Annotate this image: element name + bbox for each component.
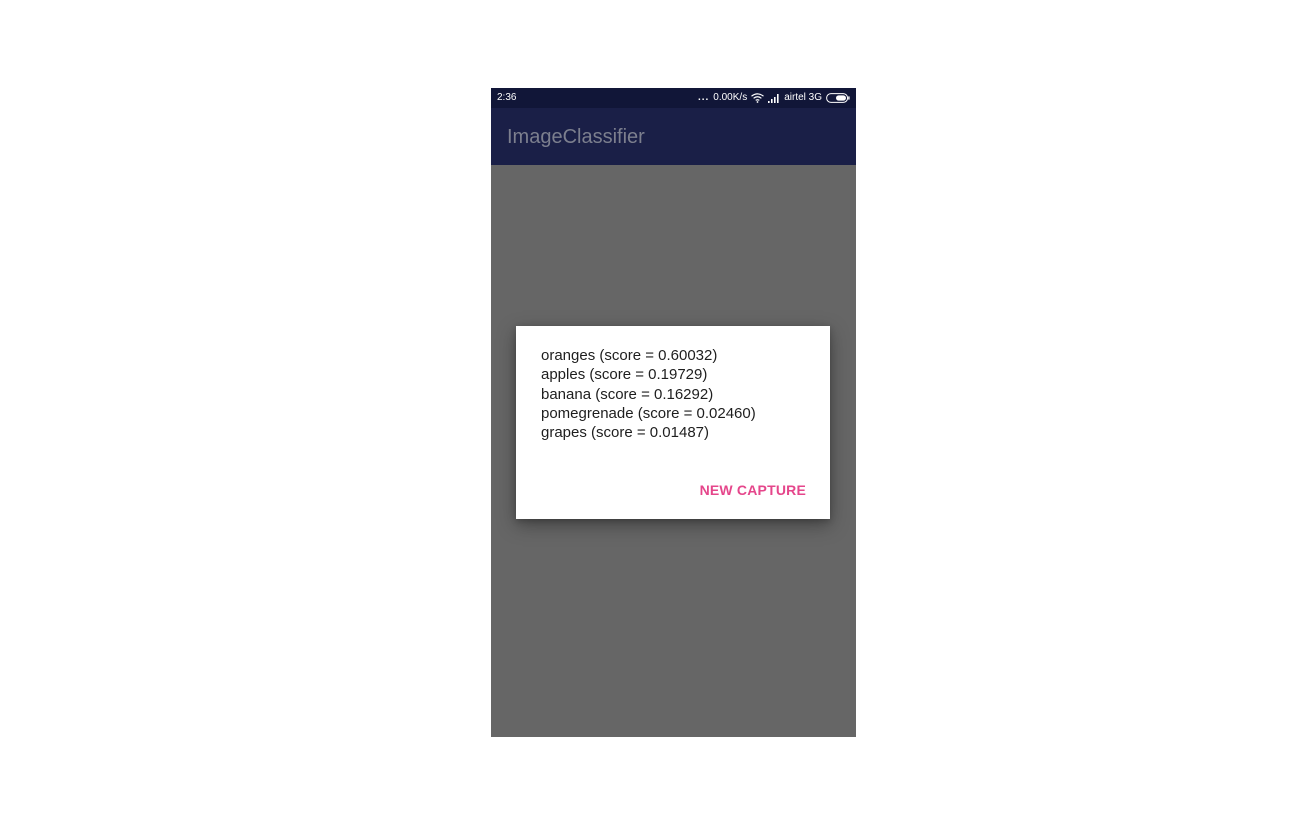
app-title: ImageClassifier	[507, 126, 645, 148]
classification-results: oranges (score = 0.60032) apples (score …	[541, 346, 756, 442]
result-item: grapes (score = 0.01487)	[541, 424, 710, 442]
battery-icon	[826, 93, 850, 103]
results-dialog: oranges (score = 0.60032) apples (score …	[516, 326, 830, 519]
status-bar: 2:36 ... 0.00K/s airtel 3G	[491, 88, 856, 108]
carrier-name: airtel 3G	[784, 92, 822, 103]
result-item: apples (score = 0.19729)	[541, 366, 708, 384]
result-item: oranges (score = 0.60032)	[541, 347, 718, 364]
result-item: banana (score = 0.16292)	[541, 385, 714, 403]
status-indicators: ... 0.00K/s airtel 3G	[698, 92, 850, 104]
signal-icon	[768, 93, 780, 103]
result-item: pomegrenade (score = 0.02460)	[541, 404, 756, 422]
app-bar: ImageClassifier	[491, 108, 856, 165]
new-capture-button[interactable]: NEW CAPTURE	[700, 482, 806, 498]
status-time: 2:36	[497, 92, 517, 103]
notification-dots: ...	[697, 92, 710, 103]
network-speed: 0.00K/s	[713, 92, 748, 103]
wifi-icon	[751, 93, 765, 103]
